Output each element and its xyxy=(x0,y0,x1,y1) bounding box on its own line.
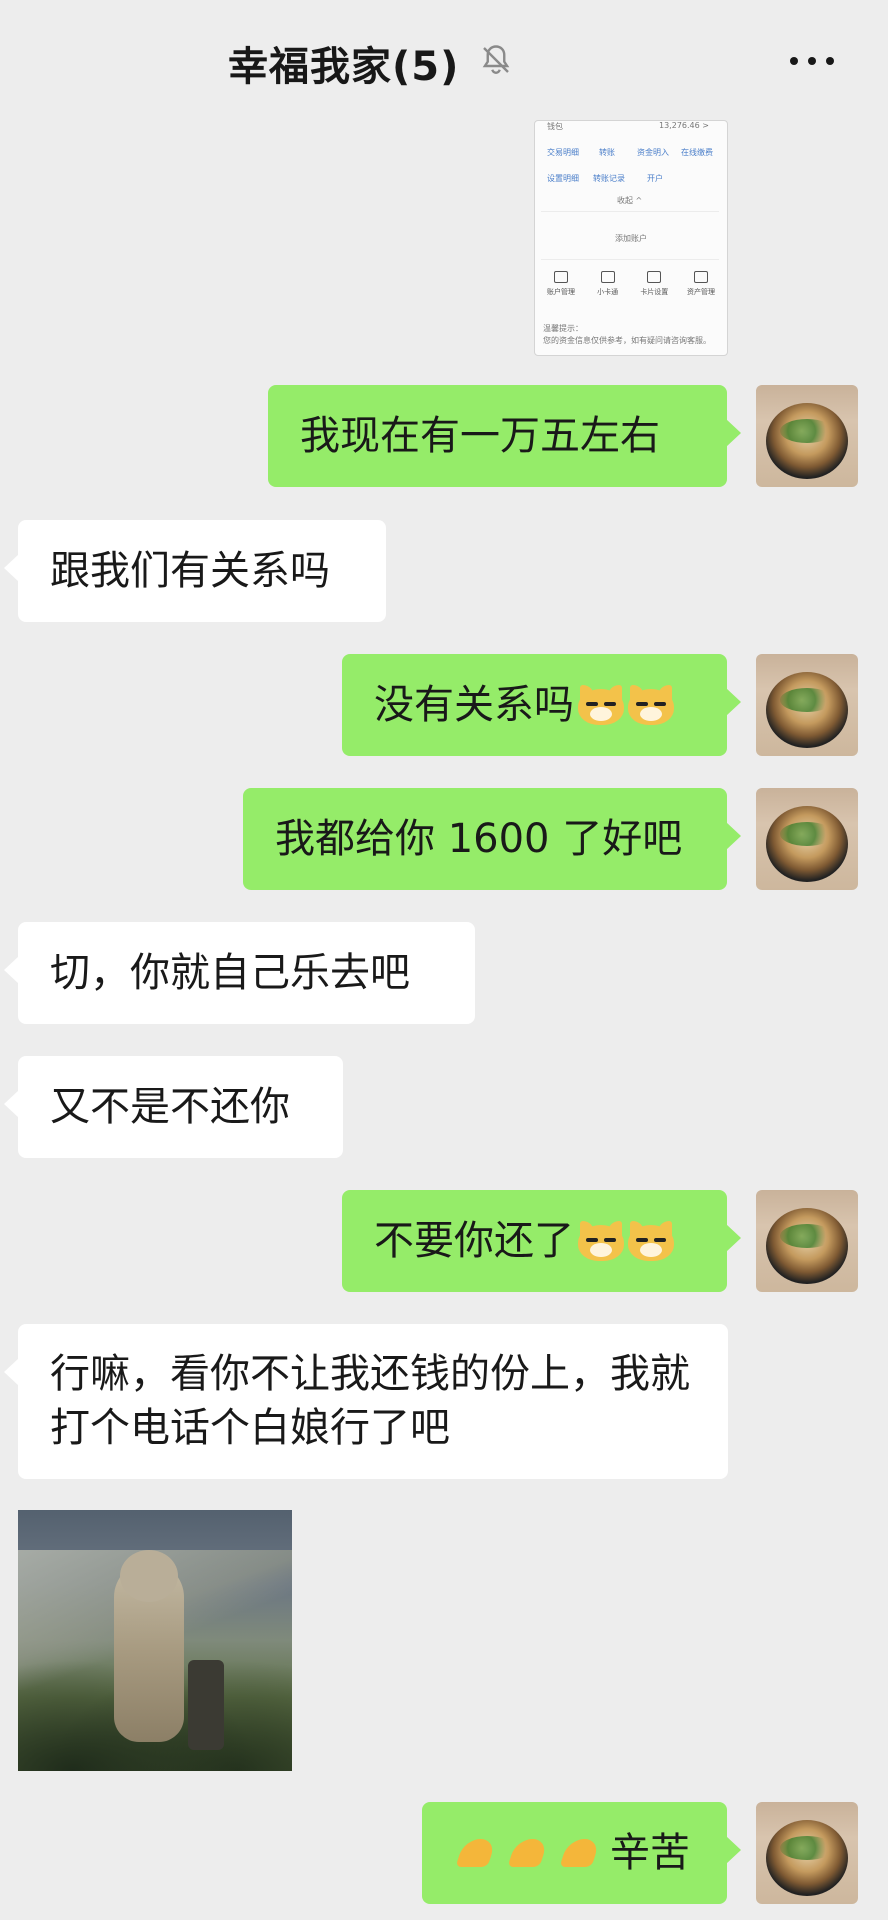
message-bubble-self[interactable]: 我现在有一万五左右 xyxy=(268,385,741,487)
message-bubble-self[interactable]: 辛苦 xyxy=(422,1802,741,1904)
message-bubble-other[interactable]: 切，你就自己乐去吧 xyxy=(4,922,475,1024)
muted-bell-icon xyxy=(482,45,510,74)
praying-hands-emoji xyxy=(454,1833,498,1873)
image-message-screenshot[interactable]: 钱包 13,276.46 > 交易明细 转账 资金明入 在线缴费 设置明细 转账… xyxy=(534,120,728,356)
message-text: 没有关系吗 xyxy=(374,682,574,728)
more-options-button[interactable] xyxy=(790,48,844,74)
message-text: 不要你还了 xyxy=(374,1218,574,1264)
message-bubble-self[interactable]: 没有关系吗 xyxy=(342,654,741,756)
balance-value: 13,276.46 > xyxy=(659,121,709,130)
message-bubble-other[interactable]: 行嘛，看你不让我还钱的份上，我就打个电话个白娘行了吧 xyxy=(4,1324,728,1479)
praying-hands-emoji xyxy=(558,1833,602,1873)
chat-title: 幸福我家(5) xyxy=(228,44,460,90)
message-bubble-self[interactable]: 我都给你 1600 了好吧 xyxy=(243,788,741,890)
dog-face-emoji xyxy=(628,1221,674,1261)
message-text: 又不是不还你 xyxy=(50,1084,290,1130)
message-bubble-other[interactable]: 跟我们有关系吗 xyxy=(4,520,386,622)
message-bubble-other[interactable]: 又不是不还你 xyxy=(4,1056,343,1158)
balance-label: 钱包 xyxy=(547,122,563,131)
message-text: 行嘛，看你不让我还钱的份上，我就打个电话个白娘行了吧 xyxy=(50,1351,690,1451)
message-text: 我都给你 1600 了好吧 xyxy=(275,816,683,862)
standing-marmot-sticker[interactable] xyxy=(18,1510,292,1771)
dog-face-emoji xyxy=(628,685,674,725)
chat-header: 幸福我家(5) xyxy=(0,0,888,118)
dog-face-emoji xyxy=(578,1221,624,1261)
avatar-self[interactable] xyxy=(756,654,858,756)
message-text: 辛苦 xyxy=(610,1830,690,1876)
avatar-self[interactable] xyxy=(756,1190,858,1292)
praying-hands-emoji xyxy=(506,1833,550,1873)
avatar-self[interactable] xyxy=(756,1802,858,1904)
message-text: 跟我们有关系吗 xyxy=(50,548,330,594)
message-text: 切，你就自己乐去吧 xyxy=(50,950,410,996)
message-text: 我现在有一万五左右 xyxy=(300,413,660,459)
avatar-self[interactable] xyxy=(756,788,858,890)
avatar-self[interactable] xyxy=(756,385,858,487)
more-dots-icon xyxy=(790,57,798,65)
message-bubble-self[interactable]: 不要你还了 xyxy=(342,1190,741,1292)
dog-face-emoji xyxy=(578,685,624,725)
screenshot-icon-row: 账户管理 小卡通 卡片设置 资产管理 xyxy=(543,271,719,297)
